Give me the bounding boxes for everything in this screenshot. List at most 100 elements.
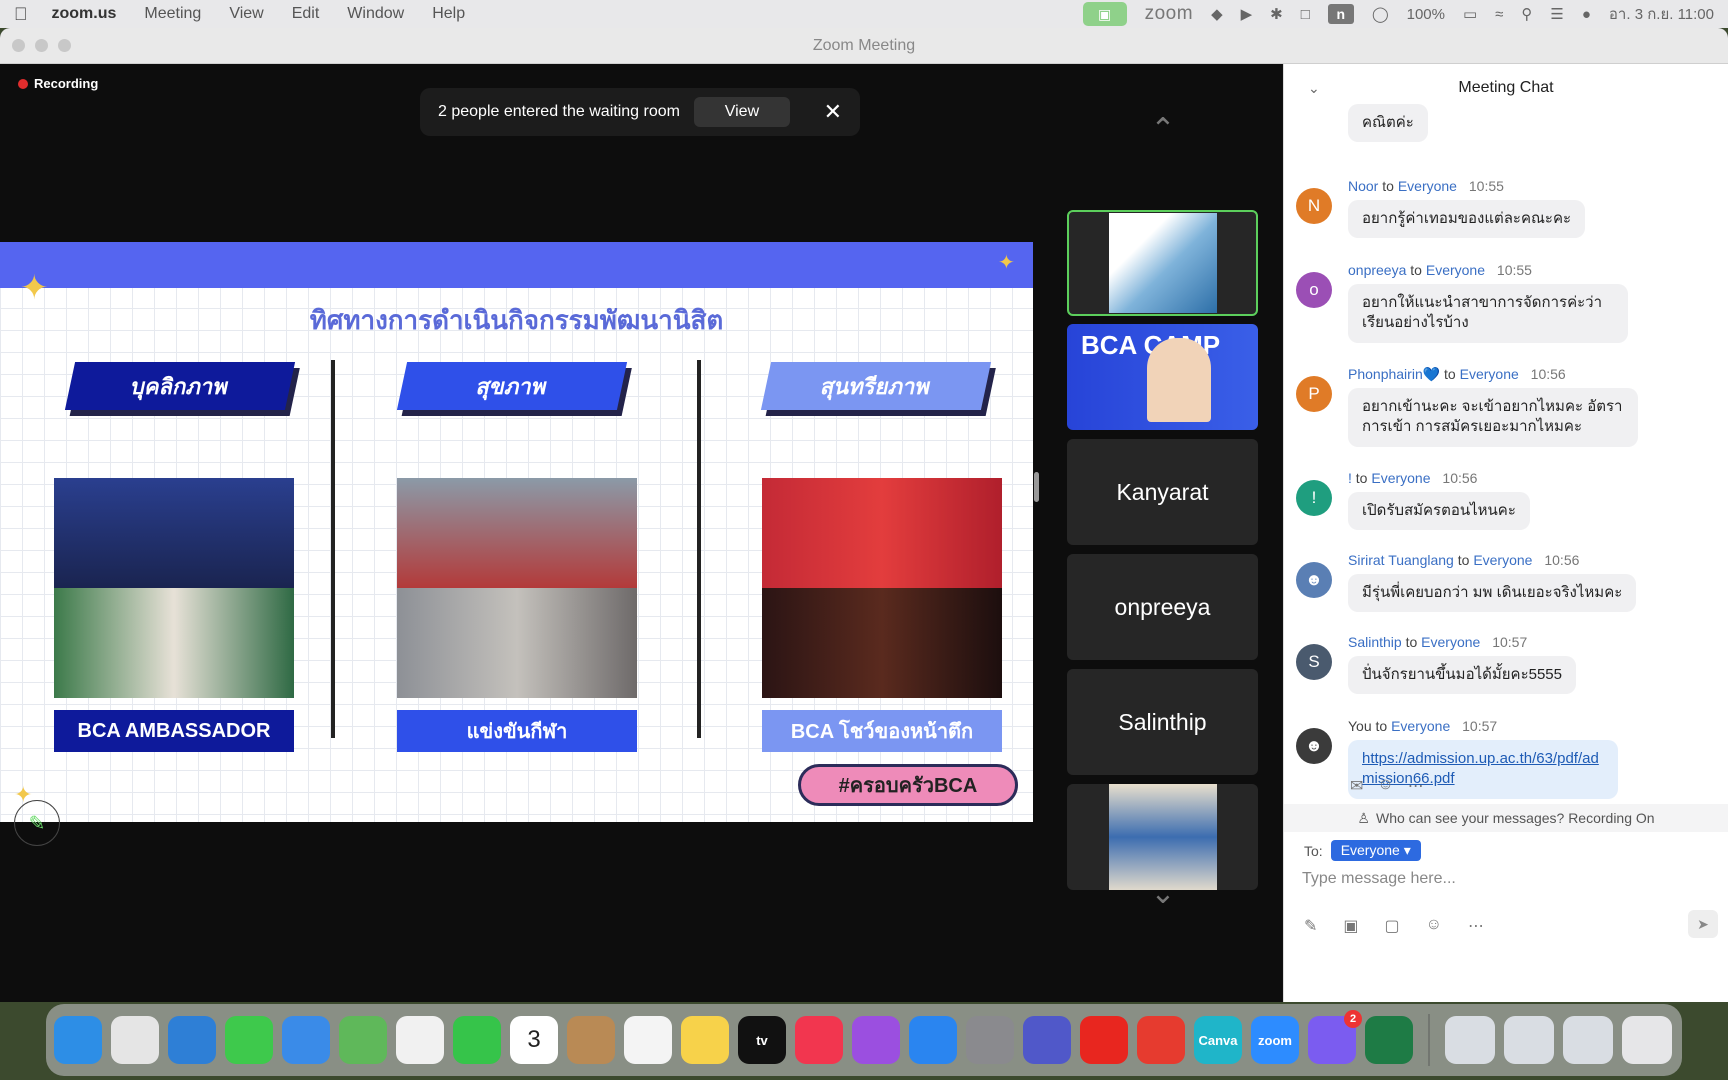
close-window-button[interactable] xyxy=(12,39,25,52)
dock-app-store-icon[interactable] xyxy=(909,1016,957,1064)
view-waiting-room-button[interactable]: View xyxy=(693,97,790,127)
menu-view[interactable]: View xyxy=(229,5,263,23)
dock-contacts-icon[interactable] xyxy=(567,1016,615,1064)
avatar[interactable]: ☻ xyxy=(1296,562,1332,598)
message-sender[interactable]: Sirirat Tuanglang xyxy=(1348,552,1454,568)
avatar[interactable]: S xyxy=(1296,644,1332,680)
message-text[interactable]: อยากให้แนะนำสาขาการจัดการค่ะว่าเรียนอย่า… xyxy=(1348,284,1628,343)
dock-system-settings-icon[interactable] xyxy=(966,1016,1014,1064)
apple-icon[interactable]:  xyxy=(14,4,28,25)
dock-mail-icon[interactable] xyxy=(282,1016,330,1064)
minimize-window-button[interactable] xyxy=(35,39,48,52)
menu-window[interactable]: Window xyxy=(347,5,404,23)
dock-safari-icon[interactable] xyxy=(168,1016,216,1064)
dock-excel-icon[interactable] xyxy=(1365,1016,1413,1064)
emoji-icon[interactable]: ☺ xyxy=(1426,916,1442,936)
dock-canva-icon[interactable]: Canva xyxy=(1194,1016,1242,1064)
message-text[interactable]: อยากรู้ค่าเทอมของแต่ละคณะคะ xyxy=(1348,200,1586,239)
menu-app-name[interactable]: zoom.us xyxy=(52,5,117,23)
avatar[interactable]: P xyxy=(1296,376,1332,412)
m-app-icon[interactable]: ◆ xyxy=(1211,5,1223,23)
dock-maps-icon[interactable] xyxy=(339,1016,387,1064)
play-icon[interactable]: ▶ xyxy=(1241,5,1253,23)
menu-help[interactable]: Help xyxy=(432,5,465,23)
message-text[interactable]: คณิตค่ะ xyxy=(1348,104,1428,143)
message-text[interactable]: เปิดรับสมัครตอนไหนคะ xyxy=(1348,492,1530,531)
format-text-icon[interactable]: ✎ xyxy=(1304,916,1317,936)
dock-trash-icon[interactable] xyxy=(1622,1016,1672,1064)
chevron-down-icon[interactable]: ⌄ xyxy=(1308,80,1320,97)
dock-facetime-icon[interactable] xyxy=(453,1016,501,1064)
clock[interactable]: อา. 3 ก.ย. 11:00 xyxy=(1609,2,1714,26)
message-recipient[interactable]: Everyone xyxy=(1391,718,1450,734)
screen-icon[interactable]: □ xyxy=(1301,6,1310,23)
input-source-icon[interactable]: n xyxy=(1327,4,1354,24)
file-icon[interactable]: ▢ xyxy=(1385,916,1400,936)
dock-finder-icon[interactable] xyxy=(54,1016,102,1064)
dock-teams-icon[interactable] xyxy=(1023,1016,1071,1064)
avatar[interactable]: N xyxy=(1296,188,1332,224)
message-text[interactable]: มีรุ่นพี่เคยบอกว่า มพ เดินเยอะจริงไหมคะ xyxy=(1348,574,1637,613)
message-sender[interactable]: ! xyxy=(1348,470,1352,486)
split-resize-handle[interactable] xyxy=(1034,472,1039,502)
wifi-icon[interactable]: ≈ xyxy=(1495,6,1503,23)
who-can-see-banner[interactable]: ♙ Who can see your messages? Recording O… xyxy=(1284,804,1728,832)
chat-message-input[interactable] xyxy=(1302,870,1712,888)
maximize-window-button[interactable] xyxy=(58,39,71,52)
bluetooth-icon[interactable]: ✱ xyxy=(1270,5,1283,23)
dock-calendar-icon[interactable]: 3 xyxy=(510,1016,558,1064)
search-icon[interactable]: ⚲ xyxy=(1521,5,1532,23)
message-sender[interactable]: Phonphairin💙 xyxy=(1348,366,1440,382)
video-tile-image[interactable] xyxy=(1067,210,1258,316)
camera-icon[interactable]: ▣ xyxy=(1082,2,1127,26)
reply-icon[interactable]: ✉ xyxy=(1350,776,1363,796)
message-recipient[interactable]: Everyone xyxy=(1421,634,1480,650)
dock-window-1-icon[interactable] xyxy=(1445,1016,1495,1064)
user-icon[interactable]: ◯ xyxy=(1372,5,1389,23)
video-tile-reader[interactable] xyxy=(1067,784,1258,890)
video-tile-bca-camp[interactable]: BCA CAMP xyxy=(1067,324,1258,430)
video-tile-salinthip[interactable]: Salinthip xyxy=(1067,669,1258,775)
dock-messages-icon[interactable] xyxy=(225,1016,273,1064)
dock-window-2-icon[interactable] xyxy=(1504,1016,1554,1064)
dock-notes-icon[interactable] xyxy=(681,1016,729,1064)
battery-icon[interactable]: ▭ xyxy=(1463,5,1477,23)
control-center-icon[interactable]: ☰ xyxy=(1550,5,1563,23)
avatar[interactable]: ! xyxy=(1296,480,1332,516)
message-recipient[interactable]: Everyone xyxy=(1398,178,1457,194)
dock-youtube-icon[interactable] xyxy=(1080,1016,1128,1064)
video-tile-onpreeya[interactable]: onpreeya xyxy=(1067,554,1258,660)
recording-indicator[interactable]: Recording xyxy=(18,76,98,91)
chevron-up-icon[interactable]: ⌃ xyxy=(1140,112,1186,147)
menu-edit[interactable]: Edit xyxy=(292,5,320,23)
more-icon[interactable]: ⋯ xyxy=(1408,776,1424,796)
message-sender[interactable]: Noor xyxy=(1348,178,1378,194)
siri-icon[interactable]: ● xyxy=(1582,6,1591,23)
dock-reminders-icon[interactable] xyxy=(624,1016,672,1064)
message-recipient[interactable]: Everyone xyxy=(1426,262,1485,278)
more-icon[interactable]: ⋯ xyxy=(1468,916,1484,936)
send-icon[interactable]: ➤ xyxy=(1688,910,1718,938)
avatar[interactable]: ☻ xyxy=(1296,728,1332,764)
avatar[interactable]: o xyxy=(1296,272,1332,308)
dock-zoom-icon[interactable]: zoom xyxy=(1251,1016,1299,1064)
message-recipient[interactable]: Everyone xyxy=(1460,366,1519,382)
message-sender[interactable]: Salinthip xyxy=(1348,634,1402,650)
dock-photos-icon[interactable] xyxy=(396,1016,444,1064)
screenshot-icon[interactable]: ▣ xyxy=(1343,916,1358,936)
message-text[interactable]: อยากเข้านะคะ จะเข้าอยากไหมคะ อัตราการเข้… xyxy=(1348,388,1638,447)
dock-tv-icon[interactable]: tv xyxy=(738,1016,786,1064)
video-tile-kanyarat[interactable]: Kanyarat xyxy=(1067,439,1258,545)
message-recipient[interactable]: Everyone xyxy=(1371,470,1430,486)
menu-meeting[interactable]: Meeting xyxy=(144,5,201,23)
chevron-down-icon[interactable]: ⌄ xyxy=(1140,876,1186,911)
message-sender[interactable]: onpreeya xyxy=(1348,262,1406,278)
dock-player-icon[interactable] xyxy=(1137,1016,1185,1064)
dock-launchpad-icon[interactable] xyxy=(111,1016,159,1064)
dock-podcasts-icon[interactable] xyxy=(852,1016,900,1064)
dock-messenger-icon[interactable]: 2 xyxy=(1308,1010,1362,1064)
message-recipient[interactable]: Everyone xyxy=(1473,552,1532,568)
close-icon[interactable]: ✕ xyxy=(824,99,842,125)
message-text[interactable]: ปั่นจักรยานขึ้นมอได้มั้ยคะ5555 xyxy=(1348,656,1576,695)
annotate-pen-icon[interactable]: ✎ xyxy=(14,800,60,846)
